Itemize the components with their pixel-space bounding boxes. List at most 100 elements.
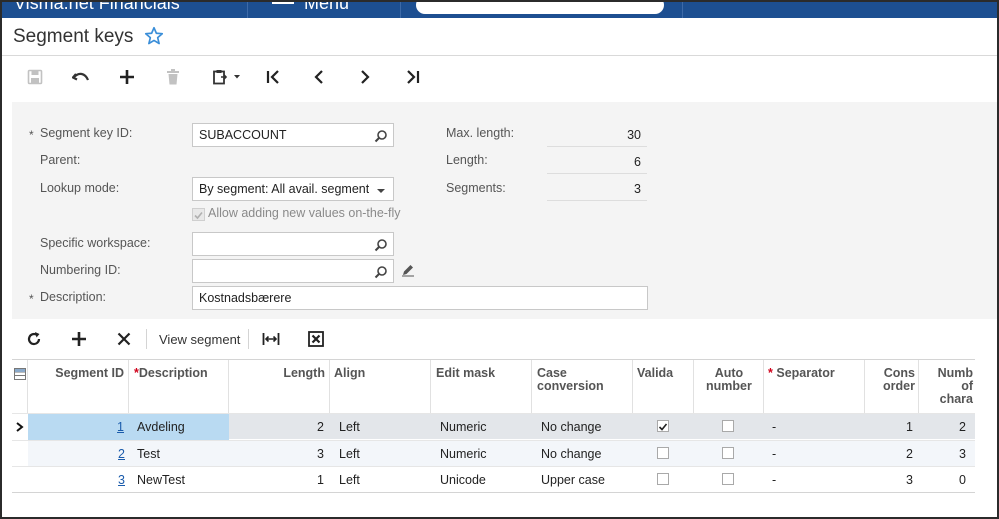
last-record-button[interactable] [400, 65, 426, 89]
column-header-segment-id[interactable]: Segment ID [28, 360, 129, 414]
cell-segment-id[interactable]: 2 [28, 441, 129, 467]
save-button[interactable] [22, 65, 48, 89]
delete-row-button[interactable] [114, 328, 134, 350]
cell-num-chars[interactable]: 3 [919, 441, 975, 467]
fit-columns-button[interactable] [261, 328, 281, 350]
app-name[interactable]: Visma.net Financials [14, 2, 180, 14]
cell-align[interactable]: Left [330, 467, 431, 493]
auto-number-checkbox[interactable] [722, 447, 734, 459]
column-header-cons-order[interactable]: Cons order [865, 360, 919, 414]
validate-checkbox[interactable] [657, 447, 669, 459]
cell-separator[interactable]: - [764, 441, 865, 467]
export-excel-button[interactable] [306, 328, 326, 350]
cell-auto-number[interactable] [694, 441, 764, 467]
cell-description[interactable]: Avdeling [129, 414, 229, 440]
global-search-input[interactable] [416, 2, 664, 14]
length-value: 6 [634, 155, 641, 169]
cell-separator[interactable]: - [764, 467, 865, 493]
validate-checkbox[interactable] [657, 473, 669, 485]
row-selector[interactable] [12, 414, 28, 440]
cell-text: Upper case [541, 473, 605, 487]
cell-cons-order[interactable]: 3 [865, 467, 919, 493]
favorite-star-icon[interactable] [143, 25, 165, 47]
segment-id-link[interactable]: 2 [118, 447, 125, 461]
add-button[interactable] [114, 65, 140, 89]
cell-align[interactable]: Left [330, 414, 431, 440]
column-header-edit-mask[interactable]: Edit mask [431, 360, 532, 414]
view-segment-button[interactable]: View segment [159, 328, 240, 350]
undo-button[interactable] [68, 65, 94, 89]
auto-number-checkbox[interactable] [722, 473, 734, 485]
column-header-description[interactable]: *Description [129, 360, 229, 414]
cell-text: Numeric [440, 420, 487, 434]
segment-id-link[interactable]: 1 [117, 420, 124, 434]
auto-number-checkbox[interactable] [722, 420, 734, 432]
specific-workspace-field[interactable] [192, 232, 394, 256]
table-row[interactable]: 1 Avdeling 2 Left Numeric No change - 1 … [12, 413, 975, 440]
cell-length[interactable]: 1 [229, 467, 330, 493]
cell-case-conversion[interactable]: No change [532, 441, 633, 467]
cell-cons-order[interactable]: 1 [865, 414, 919, 440]
cell-auto-number[interactable] [694, 467, 764, 493]
numbering-id-field[interactable] [192, 259, 394, 283]
table-row[interactable]: 3 NewTest 1 Left Unicode Upper case - 3 … [12, 466, 975, 492]
validate-checkbox[interactable] [657, 420, 669, 432]
cell-text: No change [541, 447, 602, 461]
search-icon[interactable] [374, 238, 388, 252]
column-header-validate[interactable]: Valida [633, 360, 694, 414]
topbar-divider [682, 2, 683, 18]
search-icon[interactable] [374, 265, 388, 279]
column-header-num-chars[interactable]: Numb of chara [919, 360, 975, 414]
lookup-mode-select[interactable]: By segment: All avail. segment values [192, 177, 394, 201]
refresh-button[interactable] [24, 328, 44, 350]
description-field[interactable]: Kostnadsbærere [192, 286, 648, 310]
cell-edit-mask[interactable]: Unicode [431, 467, 532, 493]
cell-edit-mask[interactable]: Numeric [431, 441, 532, 467]
cell-num-chars[interactable]: 2 [919, 414, 975, 440]
first-record-button[interactable] [260, 65, 286, 89]
previous-record-button[interactable] [306, 65, 332, 89]
check-icon [194, 211, 203, 220]
menu-label[interactable]: Menu [304, 2, 349, 14]
column-header-case-conversion[interactable]: Case conversion [532, 360, 633, 414]
column-header-length[interactable]: Length [229, 360, 330, 414]
cell-separator[interactable]: - [764, 414, 865, 440]
segment-key-id-field[interactable]: SUBACCOUNT [192, 123, 394, 147]
cell-length[interactable]: 3 [229, 441, 330, 467]
next-record-button[interactable] [352, 65, 378, 89]
cell-length[interactable]: 2 [229, 414, 330, 440]
column-header-separator[interactable]: * Separator [764, 360, 865, 414]
cell-case-conversion[interactable]: Upper case [532, 467, 633, 493]
edit-pencil-icon[interactable] [401, 263, 415, 277]
delete-button[interactable] [160, 65, 186, 89]
cell-align[interactable]: Left [330, 441, 431, 467]
cell-cons-order[interactable]: 2 [865, 441, 919, 467]
cell-edit-mask[interactable]: Numeric [431, 414, 532, 440]
save-icon [27, 69, 43, 85]
row-selector[interactable] [12, 441, 28, 467]
column-header-align[interactable]: Align [330, 360, 431, 414]
cell-auto-number[interactable] [694, 414, 764, 440]
table-row[interactable]: 2 Test 3 Left Numeric No change - 2 3 [12, 440, 975, 467]
cell-num-chars[interactable]: 0 [919, 467, 975, 493]
cell-case-conversion[interactable]: No change [532, 414, 633, 440]
hamburger-menu-icon[interactable] [272, 2, 294, 6]
grid-header-row-selector[interactable] [12, 360, 28, 414]
row-selector[interactable] [12, 467, 28, 493]
lookup-mode-value: By segment: All avail. segment values [199, 182, 369, 196]
cell-description[interactable]: Test [129, 441, 229, 467]
column-config-icon[interactable] [14, 368, 26, 380]
allow-new-values-checkbox[interactable] [192, 208, 205, 221]
fit-width-icon [262, 333, 280, 345]
view-segment-label: View segment [159, 331, 241, 347]
cell-description[interactable]: NewTest [129, 467, 229, 493]
search-icon[interactable] [374, 129, 388, 143]
segment-id-link[interactable]: 3 [118, 473, 125, 487]
cell-validate[interactable] [633, 467, 694, 493]
cell-segment-id[interactable]: 3 [28, 467, 129, 493]
cell-validate[interactable] [633, 414, 694, 440]
column-header-auto-number[interactable]: Auto number [694, 360, 764, 414]
add-row-button[interactable] [69, 328, 89, 350]
clipboard-dropdown-button[interactable] [208, 65, 246, 89]
cell-validate[interactable] [633, 441, 694, 467]
